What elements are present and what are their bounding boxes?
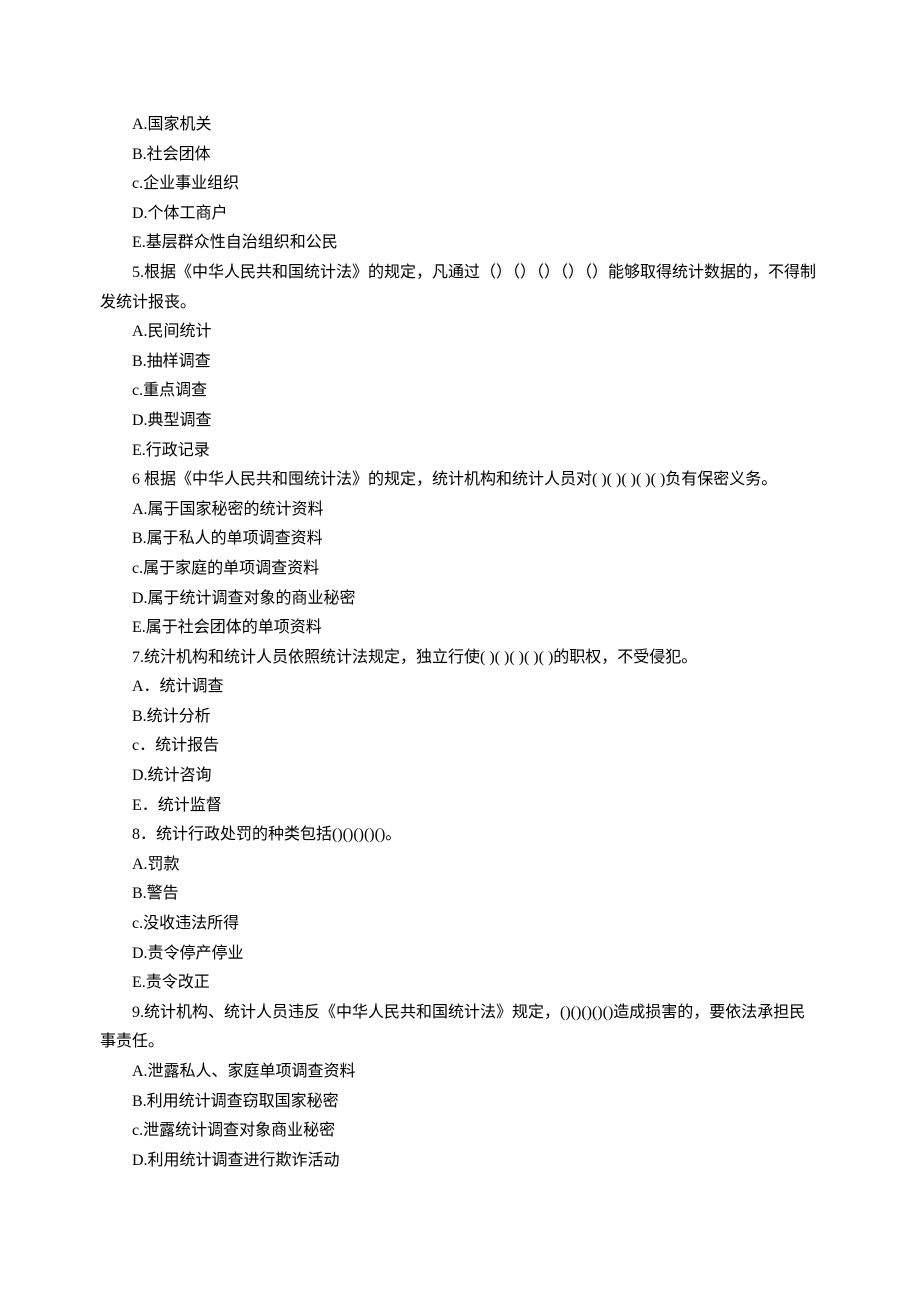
q7-option-D: D.统计咨询 bbox=[100, 761, 820, 791]
q4-option-B: B.社会团体 bbox=[100, 140, 820, 170]
q9-option-D: D.利用统计调查进行欺诈活动 bbox=[100, 1146, 820, 1176]
q7-option-C: c．统计报告 bbox=[100, 731, 820, 761]
q6-option-B: B.属于私人的单项调查资料 bbox=[100, 524, 820, 554]
q9-stem: 9.统计机构、统计人员违反《中华人民共和国统计法》规定，()()()()()造成… bbox=[100, 998, 820, 1057]
q8-option-B: B.警告 bbox=[100, 879, 820, 909]
q5-option-D: D.典型调查 bbox=[100, 406, 820, 436]
q9-option-C: c.泄露统计调查对象商业秘密 bbox=[100, 1116, 820, 1146]
q7-option-A: A．统计调查 bbox=[100, 672, 820, 702]
q6-option-E: E.属于社会团体的单项资料 bbox=[100, 613, 820, 643]
q5-option-C: c.重点调查 bbox=[100, 376, 820, 406]
q5-option-A: A.民间统计 bbox=[100, 317, 820, 347]
q8-option-E: E.责令改正 bbox=[100, 968, 820, 998]
q4-option-C: c.企业事业组织 bbox=[100, 169, 820, 199]
q7-option-B: B.统计分析 bbox=[100, 702, 820, 732]
q7-option-E: E．统计监督 bbox=[100, 791, 820, 821]
q6-stem: 6 根据《中华人民共和囤统计法》的规定，统计机构和统计人员对( )( )( )(… bbox=[100, 465, 820, 495]
q4-option-E: E.基层群众性自治组织和公民 bbox=[100, 228, 820, 258]
q8-option-C: c.没收违法所得 bbox=[100, 909, 820, 939]
q6-option-C: c.属于家庭的单项调查资料 bbox=[100, 554, 820, 584]
q5-option-E: E.行政记录 bbox=[100, 436, 820, 466]
q4-option-D: D.个体工商户 bbox=[100, 199, 820, 229]
q5-stem: 5.根据《中华人民共和国统计法》的规定，凡通过（）（）（）（）（）能够取得统计数… bbox=[100, 258, 820, 317]
q8-option-A: A.罚款 bbox=[100, 850, 820, 880]
q5-option-B: B.抽样调查 bbox=[100, 347, 820, 377]
q7-stem: 7.统汁机构和统计人员依照统计法规定，独立行使( )( )( )( )( )的职… bbox=[100, 643, 820, 673]
q8-stem: 8．统计行政处罚的种类包括()()()()()。 bbox=[100, 820, 820, 850]
q6-option-A: A.属于国家秘密的统计资料 bbox=[100, 495, 820, 525]
q8-option-D: D.责令停产停业 bbox=[100, 939, 820, 969]
q4-option-A: A.国家机关 bbox=[100, 110, 820, 140]
q9-option-B: B.利用统计调查窃取国家秘密 bbox=[100, 1087, 820, 1117]
q6-option-D: D.属于统计调查对象的商业秘密 bbox=[100, 584, 820, 614]
q9-option-A: A.泄露私人、家庭单项调查资料 bbox=[100, 1057, 820, 1087]
document-page: A.国家机关 B.社会团体 c.企业事业组织 D.个体工商户 E.基层群众性自治… bbox=[0, 0, 920, 1275]
